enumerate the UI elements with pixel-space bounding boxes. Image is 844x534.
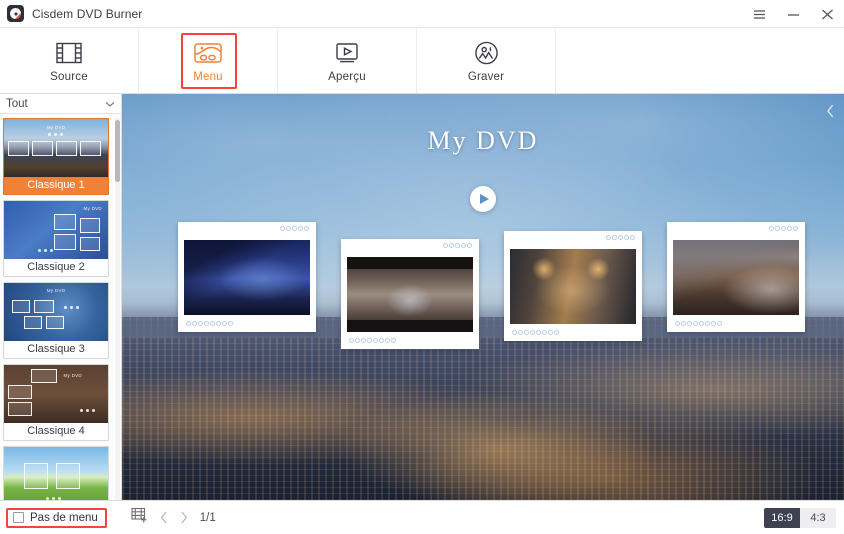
card-dots-top xyxy=(280,226,309,231)
chapter-image xyxy=(347,257,473,332)
chapter-thumbnail-1[interactable] xyxy=(178,222,316,332)
chapter-thumbnail-4[interactable] xyxy=(667,222,805,332)
tab-source-label: Source xyxy=(50,71,88,83)
tab-highlight xyxy=(181,33,237,89)
film-strip-icon xyxy=(56,38,82,68)
play-icon[interactable] xyxy=(470,186,496,212)
tab-apercu-label: Aperçu xyxy=(328,71,366,83)
template-item-classique-4[interactable]: My DVD Classique 4 xyxy=(3,364,109,441)
template-label: Classique 4 xyxy=(27,425,85,437)
tab-graver[interactable]: Graver xyxy=(417,28,556,93)
template-thumbnail xyxy=(4,447,108,500)
template-item-classique-3[interactable]: My DVD Classique 3 xyxy=(3,282,109,359)
template-sidebar: Tout My DVD Classique 1 My DVD Classique… xyxy=(0,94,122,500)
card-dots-top xyxy=(606,235,635,240)
template-thumbnail: My DVD xyxy=(4,119,108,177)
sidebar-scrollbar-thumb[interactable] xyxy=(115,120,120,182)
chevron-right-icon[interactable] xyxy=(180,511,188,524)
tab-graver-label: Graver xyxy=(467,71,505,83)
dvd-menu-title[interactable]: My DVD xyxy=(122,126,844,156)
close-icon[interactable] xyxy=(810,0,844,28)
content-area: Tout My DVD Classique 1 My DVD Classique… xyxy=(0,94,844,500)
page-indicator: 1/1 xyxy=(199,511,216,524)
template-item-classique-2[interactable]: My DVD Classique 2 xyxy=(3,200,109,277)
template-filter-dropdown[interactable]: Tout xyxy=(0,94,121,114)
card-dots-top xyxy=(769,226,798,231)
no-menu-label[interactable]: Pas de menu xyxy=(30,512,98,524)
card-dots-bottom xyxy=(347,332,473,349)
template-item-classique-5[interactable]: Classique 5 xyxy=(3,446,109,500)
background-cityscape xyxy=(122,303,844,500)
card-dots-top xyxy=(443,243,472,248)
disc-icon xyxy=(7,5,24,22)
chevron-left-icon[interactable] xyxy=(160,511,168,524)
tab-apercu[interactable]: Aperçu xyxy=(278,28,417,93)
card-dots-bottom xyxy=(510,324,636,341)
chevron-down-icon xyxy=(105,95,115,113)
aspect-ratio-group: 16:9 4:3 xyxy=(764,507,836,528)
add-film-icon[interactable] xyxy=(131,507,148,528)
aspect-ratio-4-3[interactable]: 4:3 xyxy=(800,507,836,528)
no-menu-highlight: Pas de menu xyxy=(6,507,107,528)
template-thumbnail: My DVD xyxy=(4,201,108,259)
burn-disc-icon xyxy=(474,38,499,68)
title-bar: Cisdem DVD Burner xyxy=(0,0,844,28)
menu-preview-stage[interactable]: My DVD xyxy=(122,94,844,500)
app-title: Cisdem DVD Burner xyxy=(32,6,143,21)
card-dots-bottom xyxy=(184,315,310,332)
app-window: Cisdem DVD Burner Source Menu Aperçu Gra… xyxy=(0,0,844,534)
minimize-icon[interactable] xyxy=(776,0,810,28)
template-label: Classique 3 xyxy=(27,343,85,355)
chapter-thumbnail-3[interactable] xyxy=(504,231,642,341)
tab-source[interactable]: Source xyxy=(0,28,139,93)
bottom-bar: Pas de menu 1/1 16:9 4:3 xyxy=(0,500,844,534)
chevron-right-icon[interactable] xyxy=(822,100,838,122)
template-label: Classique 1 xyxy=(27,179,85,191)
template-thumbnail: My DVD xyxy=(4,283,108,341)
window-controls xyxy=(742,0,844,28)
chapter-image xyxy=(184,240,310,315)
no-menu-checkbox[interactable] xyxy=(13,512,24,523)
template-item-classique-1[interactable]: My DVD Classique 1 xyxy=(3,118,109,195)
template-label: Classique 2 xyxy=(27,261,85,273)
chapter-image xyxy=(673,240,799,315)
preview-monitor-icon xyxy=(334,38,360,68)
template-thumbnail: My DVD xyxy=(4,365,108,423)
main-toolbar: Source Menu Aperçu Graver xyxy=(0,28,844,94)
chapter-thumbnail-2[interactable] xyxy=(341,239,479,349)
template-filter-label: Tout xyxy=(6,97,28,110)
chapter-image xyxy=(510,249,636,324)
template-list[interactable]: My DVD Classique 1 My DVD Classique 2 My… xyxy=(0,114,121,500)
card-dots-bottom xyxy=(673,315,799,332)
tab-menu[interactable]: Menu xyxy=(139,28,278,93)
hamburger-icon[interactable] xyxy=(742,0,776,28)
aspect-ratio-16-9[interactable]: 16:9 xyxy=(764,507,800,528)
page-controls: 1/1 xyxy=(131,507,216,528)
